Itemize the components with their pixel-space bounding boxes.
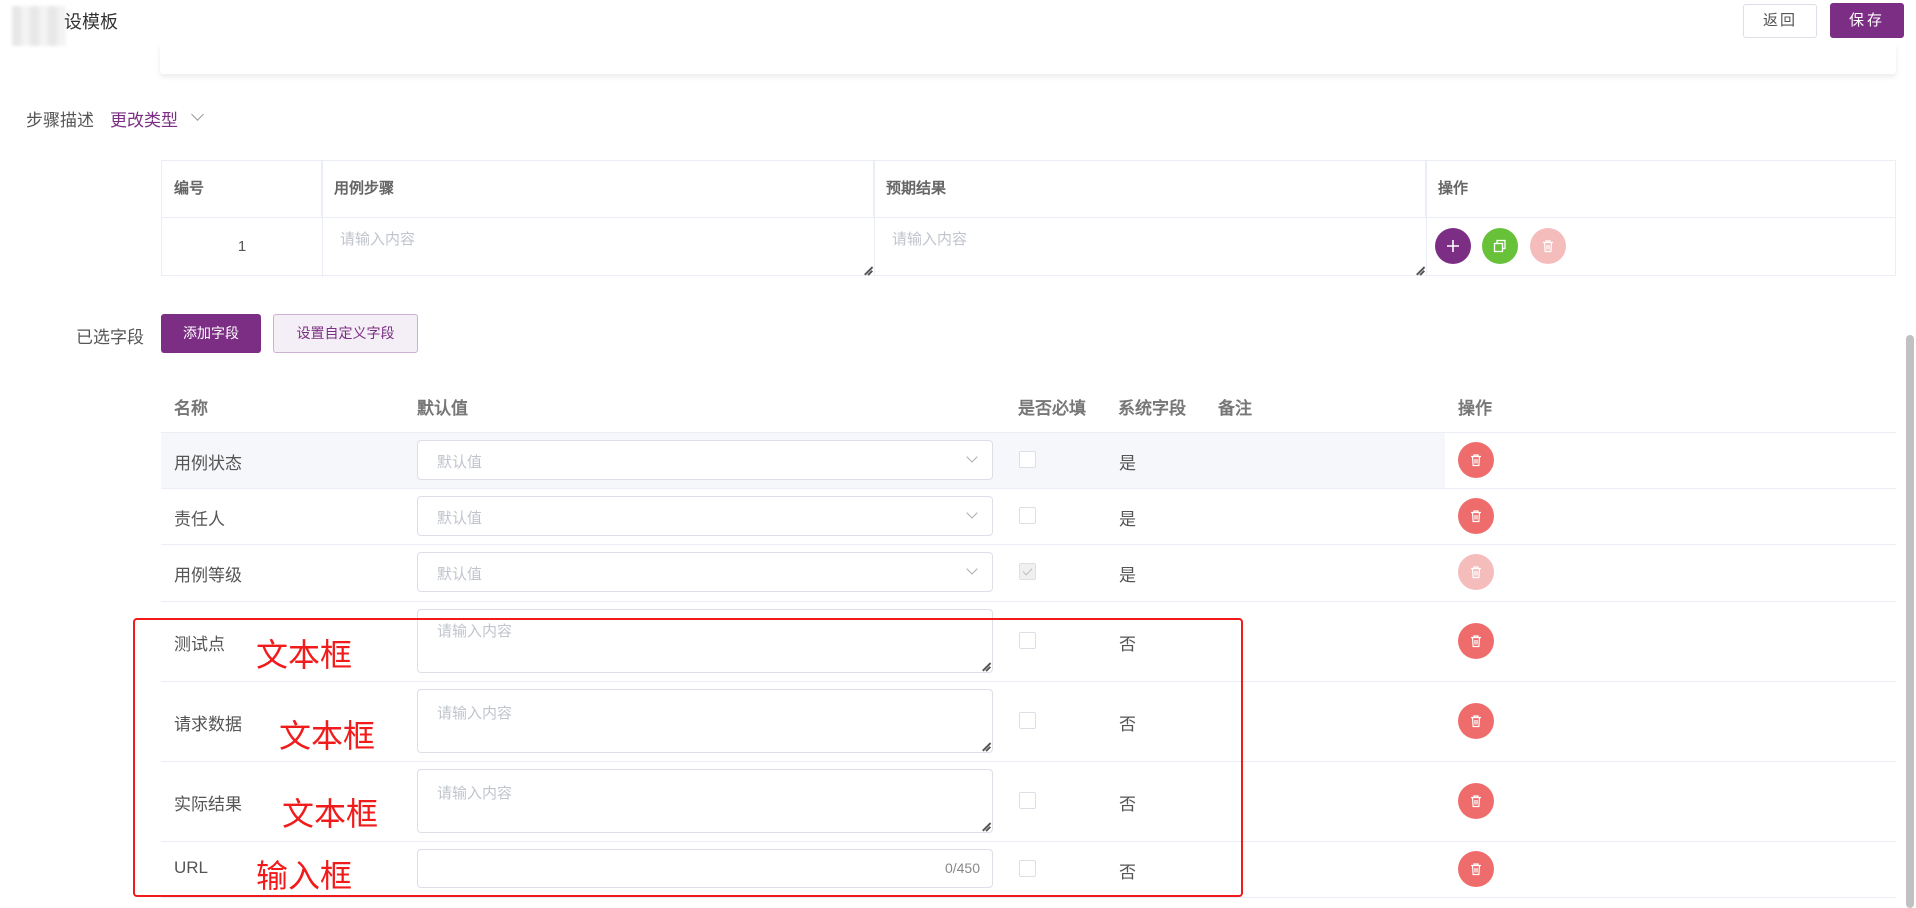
- step-header-number: 编号: [162, 161, 322, 217]
- trash-icon: [1543, 240, 1553, 253]
- chevron-down-icon: [966, 451, 978, 463]
- header-system: 系统字段: [1118, 399, 1186, 418]
- trash-icon: [1471, 510, 1481, 523]
- default-value-select[interactable]: 默认值: [417, 552, 993, 592]
- chevron-down-icon: [966, 563, 978, 575]
- trash-icon: [1471, 863, 1481, 876]
- back-button[interactable]: 返回: [1743, 4, 1817, 38]
- step-table: 编号 用例步骤 预期结果 操作 1 请输入内容 请输入内容: [161, 160, 1896, 277]
- logo: [12, 6, 66, 46]
- plus-icon: [1447, 240, 1459, 252]
- select-placeholder: 默认值: [437, 566, 483, 583]
- chevron-down-icon: [966, 507, 978, 519]
- row-divider: [161, 897, 1896, 898]
- annotation-label: 文本框: [279, 718, 376, 754]
- row-divider: [161, 544, 1896, 545]
- top-card: [160, 44, 1896, 74]
- step-placeholder: 请输入内容: [340, 231, 416, 248]
- field-name: 用例状态: [174, 454, 242, 473]
- step-header-step: 用例步骤: [322, 161, 874, 217]
- custom-field-button[interactable]: 设置自定义字段: [273, 314, 418, 353]
- copy-step-button[interactable]: [1482, 228, 1518, 264]
- header-action: 操作: [1458, 399, 1492, 418]
- change-type-dropdown[interactable]: 更改类型: [110, 106, 178, 131]
- step-header-action: 操作: [1438, 180, 1469, 197]
- result-textarea[interactable]: 请输入内容: [875, 218, 1426, 276]
- selected-fields-label: 已选字段: [76, 328, 144, 347]
- result-placeholder: 请输入内容: [892, 231, 968, 248]
- annotation-label: 文本框: [256, 637, 353, 673]
- trash-icon: [1471, 454, 1481, 467]
- select-placeholder: 默认值: [437, 454, 483, 471]
- header-name: 名称: [174, 399, 208, 418]
- copy-icon: [1493, 239, 1506, 253]
- add-field-button[interactable]: 添加字段: [161, 314, 261, 353]
- add-step-button[interactable]: [1435, 228, 1471, 264]
- required-checkbox[interactable]: [1019, 451, 1036, 468]
- delete-field-button[interactable]: [1458, 442, 1494, 478]
- annotation-label: 文本框: [282, 796, 379, 832]
- step-header-result: 预期结果: [874, 161, 1426, 217]
- header-remark: 备注: [1218, 399, 1252, 418]
- delete-field-button[interactable]: [1458, 703, 1494, 739]
- annotation-label: 输入框: [256, 858, 353, 894]
- required-checkbox[interactable]: [1019, 507, 1036, 524]
- header-default: 默认值: [417, 399, 468, 418]
- row-divider: [161, 601, 1896, 602]
- trash-icon: [1471, 566, 1481, 579]
- row-divider: [161, 488, 1896, 489]
- delete-field-button-disabled[interactable]: [1458, 554, 1494, 590]
- delete-field-button[interactable]: [1458, 783, 1494, 819]
- header-required: 是否必填: [1018, 399, 1086, 418]
- delete-step-button[interactable]: [1530, 228, 1566, 264]
- default-value-select[interactable]: 默认值: [417, 440, 993, 480]
- delete-field-button[interactable]: [1458, 851, 1494, 887]
- default-value-select[interactable]: 默认值: [417, 496, 993, 536]
- page-title: 设模板: [64, 12, 118, 32]
- delete-field-button[interactable]: [1458, 498, 1494, 534]
- system-field-value: 是: [1119, 566, 1136, 585]
- resize-handle-icon[interactable]: [1414, 264, 1424, 274]
- resize-handle-icon[interactable]: [862, 264, 872, 274]
- scrollbar[interactable]: [1906, 335, 1914, 908]
- delete-field-button[interactable]: [1458, 623, 1494, 659]
- step-description-label: 步骤描述: [26, 111, 94, 130]
- select-placeholder: 默认值: [437, 510, 483, 527]
- trash-icon: [1471, 635, 1481, 648]
- step-textarea[interactable]: 请输入内容: [323, 218, 874, 276]
- save-button[interactable]: 保存: [1830, 3, 1904, 38]
- field-name: 用例等级: [174, 566, 242, 585]
- system-field-value: 是: [1119, 510, 1136, 529]
- field-name: 责任人: [174, 510, 225, 529]
- step-col-divider: [1426, 161, 1427, 277]
- trash-icon: [1471, 795, 1481, 808]
- chevron-down-icon[interactable]: [191, 108, 204, 121]
- top-bar: 设模板 返回 保存: [0, 0, 1916, 46]
- step-number: 1: [237, 238, 247, 255]
- required-checkbox-checked[interactable]: [1019, 563, 1036, 580]
- trash-icon: [1471, 715, 1481, 728]
- row-divider: [161, 432, 1896, 433]
- system-field-value: 是: [1119, 454, 1136, 473]
